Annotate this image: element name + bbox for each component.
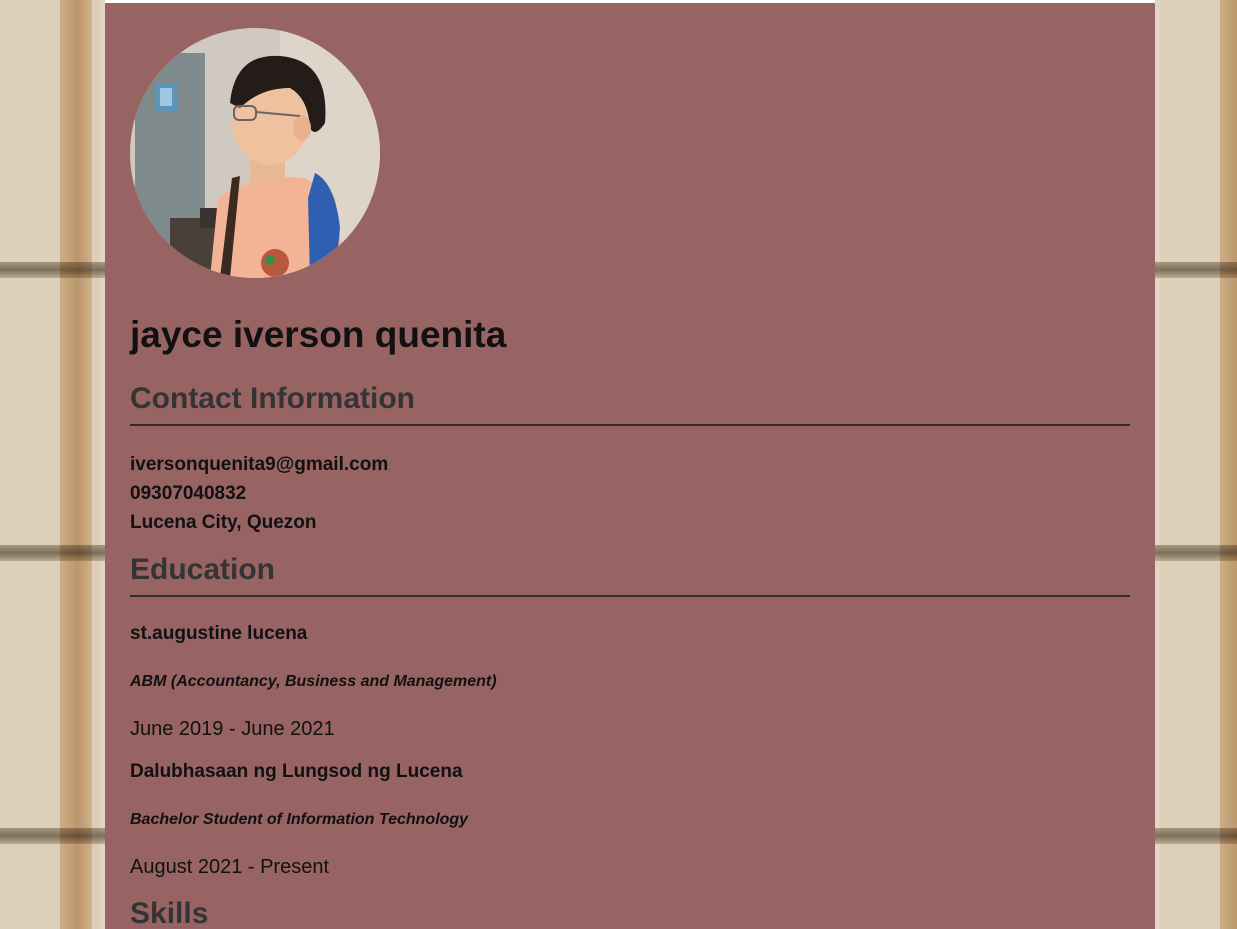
education-dates: June 2019 - June 2021 [130,718,335,740]
skills-heading: Skills [130,897,209,929]
contact-location: Lucena City, Quezon [130,512,317,533]
profile-photo [130,28,380,278]
education-entry: st.augustine lucena ABM (Accountancy, Bu… [130,622,1130,741]
education-heading: Education [130,551,1130,597]
contact-heading: Contact Information [130,380,1130,426]
education-program: Bachelor Student of Information Technolo… [130,811,469,828]
profile-photo-image [130,28,380,278]
education-program: ABM (Accountancy, Business and Managemen… [130,673,497,690]
resume-panel: jayce iverson quenita Contact Informatio… [105,3,1155,929]
contact-email: iversonquenita9@gmail.com [130,454,389,475]
contact-details: iversonquenita9@gmail.com 09307040832 Lu… [130,450,1130,537]
education-school: Dalubhasaan ng Lungsod ng Lucena [130,761,463,782]
education-school: st.augustine lucena [130,623,308,644]
person-name: jayce iverson quenita [130,314,507,355]
education-entry: Dalubhasaan ng Lungsod ng Lucena Bachelo… [130,760,1130,879]
education-dates: August 2021 - Present [130,856,330,878]
contact-phone: 09307040832 [130,483,247,504]
